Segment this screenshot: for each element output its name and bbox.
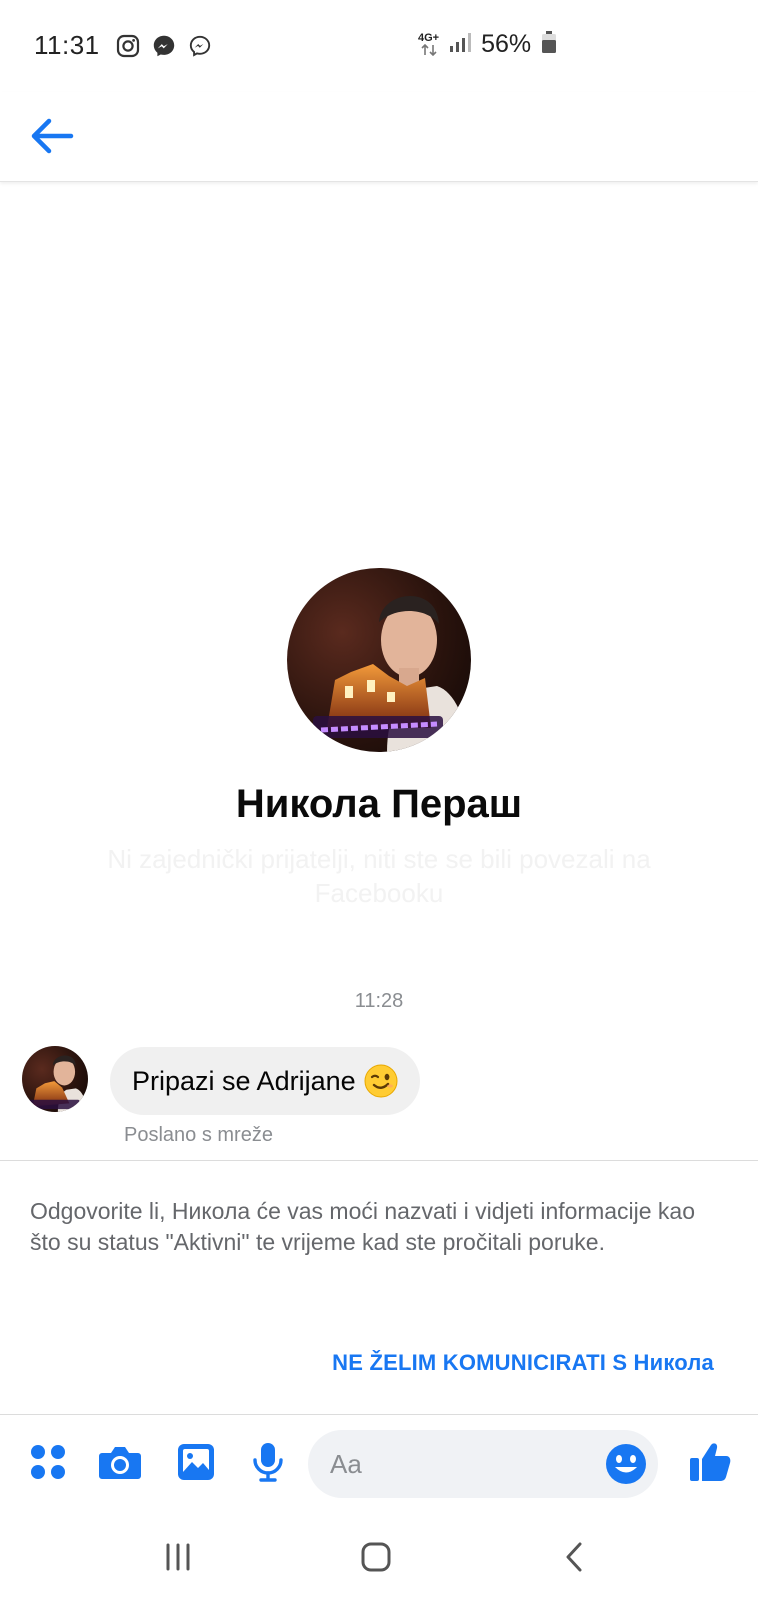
messenger-icon [152,34,176,58]
like-button[interactable] [688,1440,732,1484]
battery-icon [541,30,557,59]
back-nav-button[interactable] [544,1534,604,1580]
emoji-icon [606,1444,646,1484]
divider [0,1160,758,1161]
back-icon [566,1542,582,1572]
arrow-left-icon [31,118,74,154]
profile-avatar[interactable] [287,568,471,752]
status-time: 11:31 [34,30,100,60]
instagram-icon [116,34,140,58]
network-indicator: 4G+ [418,33,439,56]
gallery-button[interactable] [174,1440,218,1484]
profile-name: Никола Пераш [235,782,523,826]
divider [0,1414,758,1415]
message-input[interactable] [330,1430,590,1498]
home-icon [361,1542,391,1572]
home-button[interactable] [346,1534,406,1580]
sender-avatar[interactable] [22,1046,88,1112]
camera-button[interactable] [98,1440,142,1484]
winking-face-icon [364,1064,398,1098]
back-button[interactable] [24,108,80,164]
apps-button[interactable] [26,1440,70,1484]
message-composer [0,1416,758,1514]
thumbs-up-icon [690,1443,731,1481]
recent-apps-button[interactable] [148,1534,208,1580]
apps-icon [31,1445,65,1479]
battery-level: 56% [481,30,532,58]
message-input-wrapper [308,1430,658,1498]
message-status: Poslano s mreže [124,1124,273,1146]
data-arrows-icon [420,44,437,56]
messenger-icon [188,34,212,58]
system-navbar [0,1514,758,1600]
signal-icon [449,31,472,58]
conversation-header [0,92,758,182]
message-text: Pripazi se Adrijane [132,1065,356,1096]
message-bubble[interactable]: Pripazi se Adrijane [110,1047,420,1115]
avatar-photo [22,1046,88,1112]
camera-icon [99,1447,141,1479]
recent-apps-icon [166,1543,190,1571]
system-status: 4G+ 56% [418,30,557,59]
message-timestamp: 11:28 [354,990,404,1012]
gallery-icon [178,1444,214,1480]
notification-icons [116,34,212,58]
network-type: 4G+ [418,32,440,44]
status-bar: 11:31 4G+ 56% [0,0,758,92]
profile-subtitle: Ni zajednički prijatelji, niti ste se bi… [107,844,651,908]
avatar-photo [287,568,471,752]
request-info-text: Odgovorite li, Никола će vas moći nazvat… [30,1198,696,1255]
microphone-icon [253,1443,283,1482]
ignore-conversation-button[interactable]: NE ŽELIM KOMUNICIRATI S Никола [332,1350,714,1376]
voice-button[interactable] [246,1440,290,1484]
emoji-button[interactable] [604,1442,648,1486]
